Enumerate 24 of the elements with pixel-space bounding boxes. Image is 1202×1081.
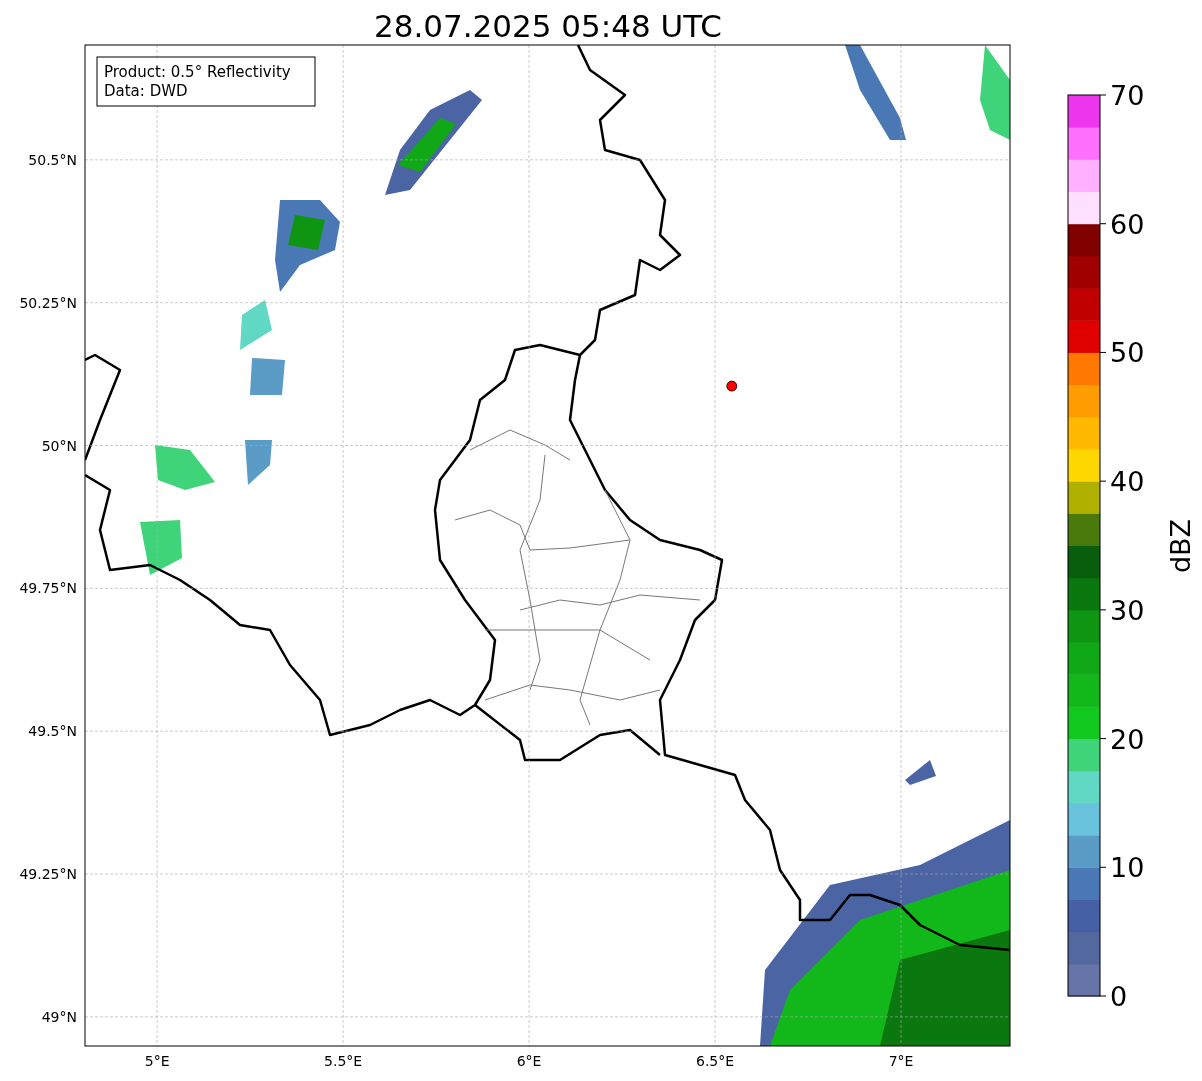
axis-tick-label: 6°E — [516, 1053, 542, 1069]
axis-tick-label: 49.5°N — [28, 723, 77, 740]
axis-tick-label: 50.5°N — [28, 151, 77, 168]
colorbar-tick-label: 60 — [1110, 208, 1145, 240]
colorbar-tick-label: 10 — [1110, 852, 1145, 884]
axis-tick-label: 49.25°N — [19, 866, 77, 882]
axis-tick-label: 49.75°N — [19, 580, 77, 597]
colorbar-tick-label: 50 — [1110, 337, 1145, 369]
legend-text: Product: 0.5° Reflectivity — [104, 63, 291, 81]
colorbar-tick-label: 70 — [1110, 80, 1145, 111]
axis-tick-label: 5.5°E — [324, 1053, 363, 1069]
axis-tick-label: 6.5°E — [696, 1053, 735, 1069]
chart-title: 28.07.2025 05:48 UTC — [374, 8, 722, 44]
axis-tick-label: 5°E — [144, 1053, 170, 1069]
colorbar-label: dBZ — [1165, 518, 1196, 574]
axis-tick-label: 50°N — [41, 437, 77, 454]
axis-tick-label: 50.25°N — [19, 294, 77, 311]
colorbar-tick-label: 20 — [1110, 723, 1145, 755]
colorbar-tick-label: 0 — [1110, 981, 1128, 1012]
axis-tick-label: 7°E — [888, 1053, 914, 1069]
colorbar-tick-label: 40 — [1110, 466, 1145, 498]
colorbar-tick-label: 30 — [1110, 594, 1145, 626]
legend-text: Data: DWD — [104, 82, 188, 100]
axis-tick-label: 49°N — [41, 1008, 77, 1025]
